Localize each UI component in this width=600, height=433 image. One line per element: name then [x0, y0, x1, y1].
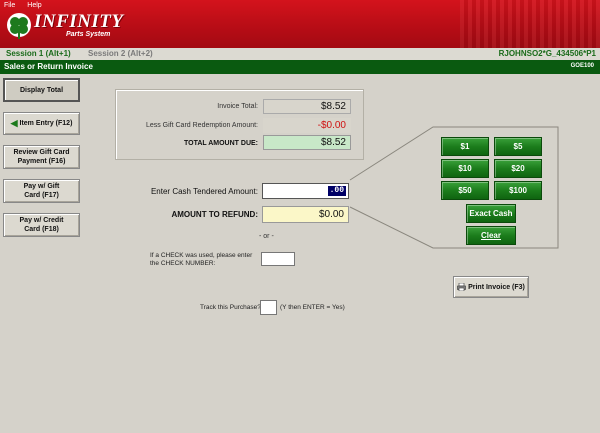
banner-decoration	[460, 0, 600, 48]
cash-5-button[interactable]: $5	[494, 137, 542, 156]
screen-code: GOE100	[570, 63, 594, 69]
clover-logo-icon	[7, 13, 31, 39]
menu-help[interactable]: Help	[27, 2, 41, 9]
menu-bar: File Help	[4, 2, 42, 9]
cash-tendered-value: .00	[327, 186, 346, 196]
cash-tendered-label: Enter Cash Tendered Amount:	[150, 187, 258, 196]
screen-title-bar: Sales or Return Invoice GOE100	[0, 60, 600, 74]
printer-icon	[457, 283, 466, 291]
cash-tendered-input[interactable]: .00	[262, 183, 349, 199]
track-purchase-hint: (Y then ENTER = Yes)	[280, 304, 345, 311]
invoice-totals-panel: Invoice Total: $8.52 Less Gift Card Rede…	[115, 89, 364, 160]
item-entry-button[interactable]: ◀ Item Entry (F12)	[3, 112, 80, 135]
gift-redemption-label: Less Gift Card Redemption Amount:	[145, 122, 258, 129]
refund-value: $0.00	[262, 206, 349, 223]
cash-50-label: $50	[458, 186, 472, 195]
menu-file[interactable]: File	[4, 2, 15, 9]
pay-gift-label: Pay w/ Gift Card (F17)	[23, 183, 60, 199]
display-total-button[interactable]: Display Total	[3, 78, 80, 102]
gift-redemption-value: -$0.00	[263, 118, 351, 133]
display-total-label: Display Total	[19, 86, 64, 94]
clear-button[interactable]: Clear	[466, 226, 516, 245]
invoice-total-value: $8.52	[263, 99, 351, 114]
logo-wordmark: INFINITY	[34, 11, 124, 32]
session-1-tab[interactable]: Session 1 (Alt+1)	[6, 49, 71, 58]
track-purchase-input[interactable]	[260, 300, 277, 315]
check-number-input[interactable]	[261, 252, 295, 266]
cash-10-label: $10	[458, 164, 472, 173]
cash-1-button[interactable]: $1	[441, 137, 489, 156]
cash-50-button[interactable]: $50	[441, 181, 489, 200]
print-invoice-label: Print Invoice (F3)	[468, 283, 525, 291]
check-number-label: If a CHECK was used, please enter the CH…	[150, 252, 253, 267]
pay-credit-label: Pay w/ Credit Card (F18)	[19, 217, 64, 233]
track-purchase-label: Track this Purchase?	[200, 304, 261, 311]
logo-name: NFINITY	[41, 11, 124, 32]
cash-1-label: $1	[460, 142, 470, 151]
review-gift-card-button[interactable]: Review Gift Card Payment (F16)	[3, 145, 80, 169]
or-separator: - or -	[259, 233, 274, 240]
cash-20-label: $20	[511, 164, 525, 173]
cash-5-label: $5	[513, 142, 523, 151]
total-due-label: TOTAL AMOUNT DUE:	[183, 140, 258, 147]
exact-cash-button[interactable]: Exact Cash	[466, 204, 516, 223]
screen-title: Sales or Return Invoice	[4, 62, 93, 71]
pay-gift-card-button[interactable]: Pay w/ Gift Card (F17)	[3, 179, 80, 203]
session-bar: Session 1 (Alt+1) Session 2 (Alt+2) RJOH…	[0, 48, 600, 60]
cash-20-button[interactable]: $20	[494, 159, 542, 178]
cash-100-label: $100	[509, 186, 527, 195]
logo-subtitle: Parts System	[66, 31, 111, 38]
logo-initial: I	[34, 11, 42, 32]
exact-cash-label: Exact Cash	[469, 209, 513, 218]
pay-credit-card-button[interactable]: Pay w/ Credit Card (F18)	[3, 213, 80, 237]
arrow-left-icon: ◀	[10, 118, 18, 128]
app-banner: File Help INFINITY Parts System	[0, 0, 600, 48]
invoice-total-label: Invoice Total:	[217, 103, 258, 110]
review-gift-label: Review Gift Card Payment (F16)	[13, 149, 70, 165]
session-user-id: RJOHNSO2*G_434506*P1	[498, 49, 596, 58]
item-entry-label: Item Entry (F12)	[19, 120, 73, 127]
print-invoice-button[interactable]: Print Invoice (F3)	[453, 276, 529, 298]
cash-100-button[interactable]: $100	[494, 181, 542, 200]
session-2-tab[interactable]: Session 2 (Alt+2)	[88, 49, 153, 58]
total-due-value: $8.52	[263, 135, 351, 150]
clear-label: Clear	[480, 231, 501, 240]
cash-10-button[interactable]: $10	[441, 159, 489, 178]
refund-label: AMOUNT TO REFUND:	[171, 210, 258, 219]
app-logo: INFINITY Parts System	[6, 11, 128, 41]
